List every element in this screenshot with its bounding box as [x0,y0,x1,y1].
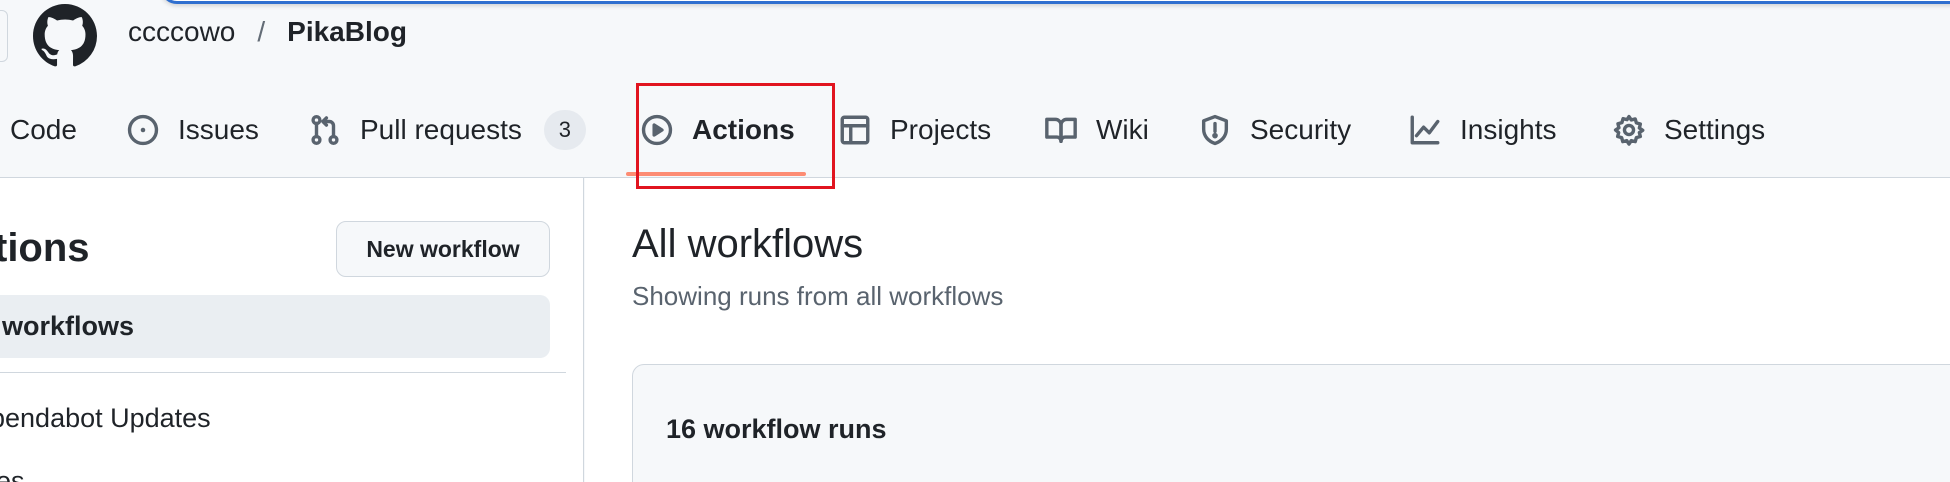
shield-icon [1201,114,1229,146]
tab-wiki[interactable]: Wiki [1044,82,1149,178]
new-workflow-button[interactable]: New workflow [336,221,550,277]
tab-issues-label: Issues [178,114,259,145]
tab-actions-label: Actions [692,114,795,145]
tab-security[interactable]: Security [1198,82,1351,178]
graph-icon [1410,115,1440,145]
play-circle-icon [641,114,673,146]
breadcrumb-repo-link[interactable]: PikaBlog [287,16,407,48]
tab-code-label: Code [10,114,77,145]
breadcrumb-owner-link[interactable]: ccccowo [128,16,235,48]
page-title: All workflows [632,222,864,266]
tab-settings[interactable]: Settings [1612,82,1765,178]
pull-request-icon [311,114,339,146]
breadcrumb: ccccowo / PikaBlog [128,16,407,48]
sidebar-item-partial[interactable]: es [0,466,25,482]
repo-nav: Code Issues Pull requests 3 Actions Proj… [0,82,1950,178]
tab-projects-label: Projects [890,114,992,145]
sidebar-item-all-workflows[interactable]: workflows [0,295,550,358]
github-logo-icon[interactable] [33,4,97,68]
book-icon [1045,117,1077,144]
tab-pull-requests-label: Pull requests [360,114,522,145]
tab-pull-requests[interactable]: Pull requests 3 [308,82,586,178]
tab-code[interactable]: Code [10,82,77,178]
tab-issues[interactable]: Issues [126,82,259,178]
active-tab-indicator [626,172,806,176]
menu-button[interactable] [0,10,8,62]
tab-wiki-label: Wiki [1096,114,1149,145]
tab-actions[interactable]: Actions [640,82,795,178]
page-subtitle: Showing runs from all workflows [632,281,1004,311]
tab-settings-label: Settings [1664,114,1766,145]
tab-projects[interactable]: Projects [838,82,991,178]
search-input[interactable] [160,0,1950,4]
tab-insights[interactable]: Insights [1408,82,1557,178]
pull-requests-count-badge: 3 [543,110,586,150]
sidebar-divider [0,372,566,373]
workflow-runs-count: 16 workflow runs [666,414,887,444]
tab-security-label: Security [1250,114,1352,145]
tab-insights-label: Insights [1460,114,1557,145]
issue-circle-icon [127,114,159,146]
repo-header: ccccowo / PikaBlog [0,0,1950,82]
sidebar-title: tions [0,226,90,270]
sidebar-item-dependabot-updates[interactable]: pendabot Updates [0,403,211,434]
gear-icon [1613,114,1645,146]
sidebar-item-label: workflows [2,311,135,341]
table-icon [840,115,870,145]
breadcrumb-separator: / [257,16,266,47]
